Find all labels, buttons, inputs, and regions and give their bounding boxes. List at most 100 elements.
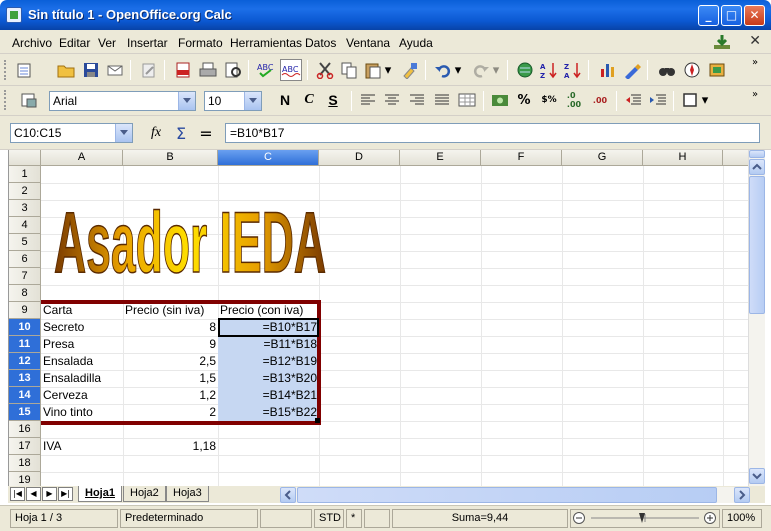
download-update-icon[interactable]	[713, 34, 731, 50]
row-header-16[interactable]: 16	[9, 421, 41, 438]
row-header-9[interactable]: 9	[9, 302, 41, 319]
vertical-scrollbar[interactable]	[748, 150, 765, 486]
sum-icon[interactable]: Σ	[170, 122, 192, 144]
italic-button[interactable]: C	[298, 89, 320, 111]
maximize-button[interactable]: □	[721, 5, 742, 26]
next-sheet-icon[interactable]: ▶	[42, 487, 57, 501]
cell-a17[interactable]: IVA	[43, 438, 61, 455]
row-header-7[interactable]: 7	[9, 268, 41, 285]
undo-icon[interactable]	[432, 59, 454, 81]
close-document-icon[interactable]: ✕	[749, 33, 761, 49]
sort-descending-icon[interactable]: ZA	[562, 59, 584, 81]
email-document-icon[interactable]	[104, 59, 126, 81]
row-header-17[interactable]: 17	[9, 438, 41, 455]
column-header-d[interactable]: D	[319, 150, 400, 166]
cell-b17[interactable]: 1,18	[123, 438, 218, 455]
row-header-15[interactable]: 15	[9, 404, 41, 421]
formula-input[interactable]: =B10*B17	[225, 123, 760, 143]
column-header-e[interactable]: E	[400, 150, 481, 166]
name-box[interactable]: C10:C15	[10, 123, 133, 143]
align-left-icon[interactable]	[357, 89, 379, 111]
wordart-title-graphic[interactable]: Asador IEDA	[49, 180, 331, 290]
status-signature-field[interactable]	[364, 509, 390, 528]
copy-icon[interactable]	[338, 59, 360, 81]
status-page-style[interactable]: Predeterminado	[120, 509, 258, 528]
previous-sheet-icon[interactable]: ◀	[26, 487, 41, 501]
sheet-tab-hoja3[interactable]: Hoja3	[166, 486, 209, 502]
bold-button[interactable]: N	[274, 89, 296, 111]
sort-ascending-icon[interactable]: AZ	[538, 59, 560, 81]
column-header-f[interactable]: F	[481, 150, 562, 166]
font-size-combo[interactable]: 10	[204, 91, 262, 111]
menu-datos[interactable]: Datos	[305, 36, 336, 50]
column-header-i[interactable]	[723, 150, 748, 166]
format-paintbrush-icon[interactable]	[399, 59, 421, 81]
horizontal-scrollbar[interactable]	[280, 487, 750, 503]
toolbar-overflow-icon[interactable]: »	[748, 55, 762, 69]
row-header-14[interactable]: 14	[9, 387, 41, 404]
undo-dropdown-icon[interactable]: ▾	[453, 59, 463, 81]
status-selection-mode[interactable]: STD	[314, 509, 344, 528]
fill-handle[interactable]	[315, 418, 320, 423]
row-header-11[interactable]: 11	[9, 336, 41, 353]
align-center-icon[interactable]	[381, 89, 403, 111]
row-header-10[interactable]: 10	[9, 319, 41, 336]
add-decimal-icon[interactable]: .0.00	[563, 89, 585, 111]
menu-ayuda[interactable]: Ayuda	[399, 36, 433, 50]
delete-decimal-icon[interactable]: .00	[589, 89, 611, 111]
gallery-icon[interactable]	[706, 59, 728, 81]
chevron-down-icon[interactable]	[244, 92, 261, 110]
find-replace-icon[interactable]	[656, 59, 678, 81]
underline-button[interactable]: S	[322, 89, 344, 111]
scroll-down-button[interactable]	[749, 468, 765, 484]
percent-format-icon[interactable]: %	[513, 89, 535, 111]
font-name-combo[interactable]: Arial	[49, 91, 196, 111]
navigator-compass-icon[interactable]	[681, 59, 703, 81]
styles-formatting-icon[interactable]	[18, 89, 40, 111]
standard-number-format-icon[interactable]: $%	[538, 89, 560, 111]
row-header-4[interactable]: 4	[9, 217, 41, 234]
scroll-right-button[interactable]	[734, 487, 750, 503]
row-header-19[interactable]: 19	[9, 472, 41, 486]
decrease-indent-icon[interactable]	[622, 89, 644, 111]
toolbar-grip[interactable]	[4, 60, 7, 80]
chevron-down-icon[interactable]	[115, 124, 132, 142]
row-header-13[interactable]: 13	[9, 370, 41, 387]
close-button[interactable]: ✕	[744, 5, 765, 26]
print-icon[interactable]	[197, 59, 219, 81]
menu-formato[interactable]: Formato	[178, 36, 223, 50]
row-header-5[interactable]: 5	[9, 234, 41, 251]
row-header-8[interactable]: 8	[9, 285, 41, 302]
zoom-slider[interactable]	[570, 509, 720, 528]
column-header-c[interactable]: C	[218, 150, 319, 166]
column-header-b[interactable]: B	[123, 150, 218, 166]
row-header-6[interactable]: 6	[9, 251, 41, 268]
insert-chart-icon[interactable]	[597, 59, 619, 81]
currency-format-icon[interactable]	[489, 89, 511, 111]
menu-insertar[interactable]: Insertar	[127, 36, 168, 50]
export-pdf-icon[interactable]	[172, 59, 194, 81]
function-equal-icon[interactable]: =	[195, 122, 217, 144]
sheet-tab-hoja2[interactable]: Hoja2	[123, 486, 166, 502]
menu-editar[interactable]: Editar	[59, 36, 90, 50]
toolbar-grip[interactable]	[4, 90, 7, 110]
column-header-h[interactable]: H	[643, 150, 723, 166]
row-header-2[interactable]: 2	[9, 183, 41, 200]
auto-spellcheck-icon[interactable]: ABC	[280, 59, 302, 81]
horizontal-scroll-thumb[interactable]	[297, 487, 717, 503]
menu-herramientas[interactable]: Herramientas	[230, 36, 302, 50]
page-preview-icon[interactable]	[222, 59, 244, 81]
last-sheet-icon[interactable]: ▶|	[58, 487, 73, 501]
sheet-tab-hoja1[interactable]: Hoja1	[78, 486, 122, 502]
column-header-a[interactable]: A	[41, 150, 123, 166]
new-document-icon[interactable]	[14, 59, 36, 81]
menu-archivo[interactable]: Archivo	[12, 36, 52, 50]
function-wizard-icon[interactable]: fx	[145, 122, 167, 144]
merge-cells-icon[interactable]	[456, 89, 478, 111]
open-folder-icon[interactable]	[55, 59, 77, 81]
row-header-3[interactable]: 3	[9, 200, 41, 217]
borders-dropdown-icon[interactable]: ▾	[700, 89, 710, 111]
borders-icon[interactable]	[679, 89, 701, 111]
cut-icon[interactable]	[314, 59, 336, 81]
chevron-down-icon[interactable]	[178, 92, 195, 110]
